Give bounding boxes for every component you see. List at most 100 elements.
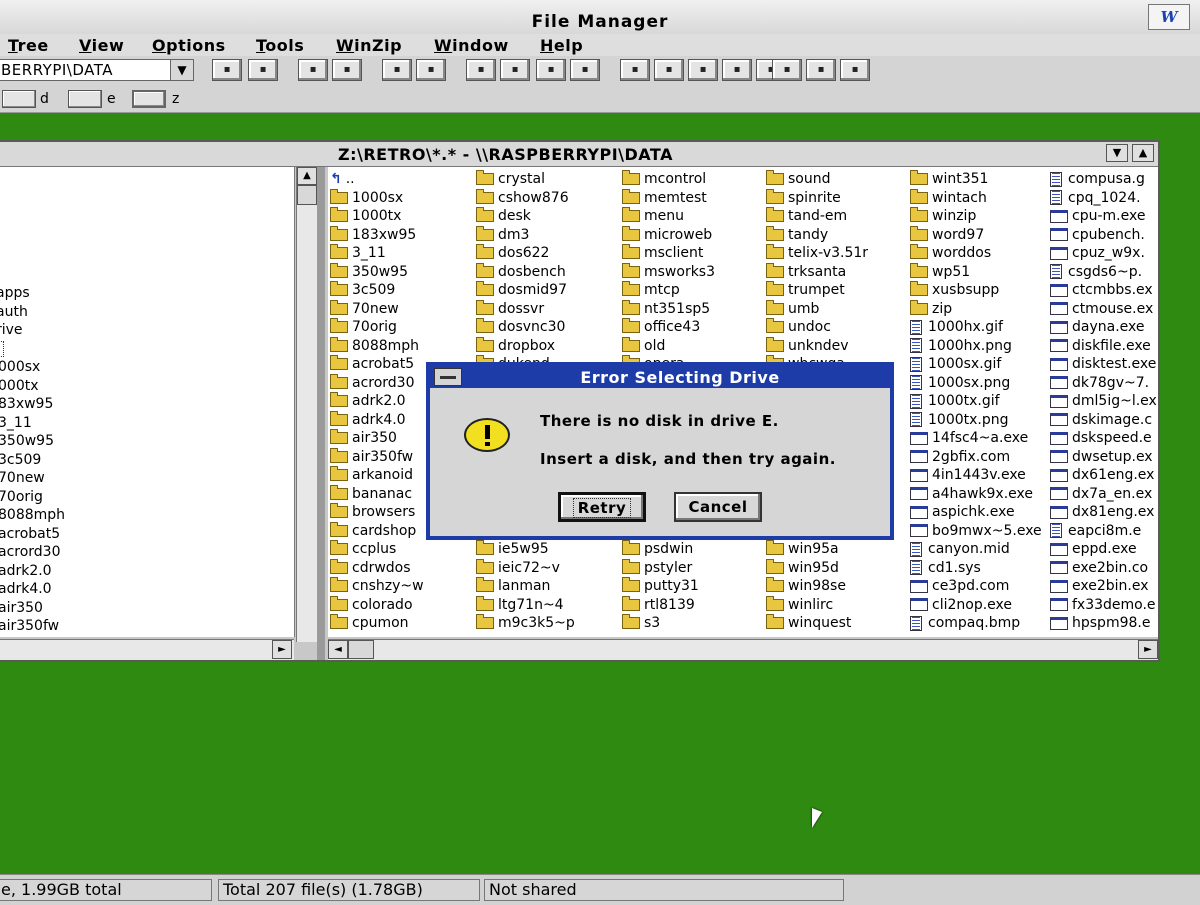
file-item[interactable]: acrord30	[330, 373, 424, 393]
file-item[interactable]: unkndev	[766, 336, 868, 356]
view-details-button[interactable]: ▪	[570, 59, 600, 81]
tree-pane[interactable]: apps auth rive 000sx 000tx 83xw95 3_11 350w95 3c…	[0, 167, 295, 637]
file-item[interactable]: trksanta	[766, 262, 868, 282]
word-icon[interactable]: W	[1148, 4, 1190, 30]
file-item[interactable]: cpumon	[330, 614, 424, 633]
file-item[interactable]: win95a	[766, 540, 868, 559]
file-item[interactable]: csgds6~p.	[1050, 263, 1157, 282]
file-item[interactable]: canyon.mid	[910, 540, 1042, 559]
file-item[interactable]: dskimage.c	[1050, 411, 1157, 430]
file-item[interactable]: hpspm98.e	[1050, 614, 1157, 633]
menu-tree[interactable]: Tree	[8, 36, 49, 55]
file-item[interactable]: exe2bin.co	[1050, 559, 1157, 578]
sort-by-type-button[interactable]: ▪	[500, 59, 530, 81]
file-item[interactable]: rtl8139	[622, 595, 715, 615]
tree-horizontal-scrollbar[interactable]: ►	[0, 639, 294, 660]
file-item[interactable]: 183xw95	[330, 225, 424, 245]
tree-item[interactable]: 70new	[0, 470, 45, 486]
file-item[interactable]: ieic72~v	[476, 558, 575, 578]
tree-item[interactable]: rive	[0, 322, 23, 338]
file-item[interactable]: microweb	[622, 225, 715, 245]
dialog-title-bar[interactable]: Error Selecting Drive	[430, 366, 890, 388]
file-item[interactable]: dosbench	[476, 262, 575, 282]
move-button[interactable]: ▪	[688, 59, 718, 81]
file-item[interactable]: lanman	[476, 577, 575, 596]
file-item[interactable]: aspichk.exe	[910, 503, 1042, 522]
file-item[interactable]: msworks3	[622, 262, 715, 282]
file-item[interactable]: cshow876	[476, 188, 575, 208]
file-item[interactable]: arkanoid	[330, 466, 424, 485]
file-item[interactable]: spinrite	[766, 188, 868, 208]
file-item[interactable]: 70new	[330, 299, 424, 319]
file-item[interactable]: xusbsupp	[910, 281, 1042, 300]
scroll-thumb[interactable]	[297, 185, 317, 205]
file-item[interactable]: s3	[622, 614, 715, 633]
file-item[interactable]: 1000hx.png	[910, 337, 1042, 356]
file-item[interactable]: dk78gv~7.	[1050, 374, 1157, 393]
drive-combo[interactable]: BERRYPI\DATA ▼	[0, 59, 194, 81]
file-item[interactable]: pstyler	[622, 558, 715, 578]
file-item[interactable]: cardshop	[330, 521, 424, 541]
tree-item[interactable]: 000tx	[0, 378, 39, 394]
drive-e-button[interactable]	[68, 90, 102, 108]
file-item[interactable]: desk	[476, 207, 575, 226]
file-item[interactable]: tandy	[766, 225, 868, 245]
file-item[interactable]: ccplus	[330, 540, 424, 559]
file-item[interactable]: trumpet	[766, 281, 868, 300]
large-icons-button[interactable]: ▪	[382, 59, 412, 81]
maximize-button[interactable]: ▲	[1132, 144, 1154, 162]
file-item[interactable]: 1000tx.png	[910, 411, 1042, 430]
file-item[interactable]: tand-em	[766, 207, 868, 226]
disconnect-net-drive-button[interactable]: ▪	[248, 59, 278, 81]
file-item[interactable]: 2gbfix.com	[910, 448, 1042, 467]
file-item[interactable]: 1000tx.gif	[910, 392, 1042, 411]
file-item[interactable]: word97	[910, 225, 1042, 245]
file-item[interactable]: dskspeed.e	[1050, 429, 1157, 448]
connect-net-drive-button[interactable]: ▪	[212, 59, 242, 81]
file-item[interactable]: bo9mwx~5.exe	[910, 522, 1042, 541]
file-item[interactable]: cpuz_w9x.	[1050, 244, 1157, 263]
file-item[interactable]: dossvr	[476, 299, 575, 319]
file-item[interactable]: m9c3k5~p	[476, 614, 575, 633]
file-item[interactable]: dosmid97	[476, 281, 575, 300]
file-item[interactable]: worddos	[910, 244, 1042, 263]
scroll-thumb[interactable]	[348, 640, 374, 659]
retry-button[interactable]: Retry	[558, 492, 646, 522]
tree-item[interactable]: 8088mph	[0, 507, 65, 523]
file-item[interactable]: dx81eng.ex	[1050, 503, 1157, 522]
drive-z-button[interactable]	[132, 90, 166, 108]
file-item[interactable]: cnshzy~w	[330, 577, 424, 596]
menu-help[interactable]: Help	[540, 36, 583, 55]
tree-item[interactable]: 70orig	[0, 489, 43, 505]
file-item[interactable]: wint351	[910, 170, 1042, 189]
file-item[interactable]: 70orig	[330, 318, 424, 337]
file-item[interactable]: wintach	[910, 188, 1042, 208]
file-item[interactable]: cli2nop.exe	[910, 596, 1042, 615]
file-item[interactable]: cpq_1024.	[1050, 189, 1157, 208]
menu-window[interactable]: Window	[434, 36, 509, 55]
tree-item[interactable]: adrk4.0	[0, 581, 52, 597]
file-item[interactable]: dx7a_en.ex	[1050, 485, 1157, 504]
drive-d-button[interactable]	[2, 90, 36, 108]
file-item[interactable]: bananac	[330, 484, 424, 504]
file-item[interactable]: win95d	[766, 558, 868, 578]
file-item[interactable]: dosvnc30	[476, 318, 575, 337]
file-item[interactable]: exe2bin.ex	[1050, 577, 1157, 596]
file-item[interactable]: wp51	[910, 262, 1042, 282]
tree-item[interactable]	[0, 340, 4, 357]
file-item[interactable]: dml5ig~l.ex	[1050, 392, 1157, 411]
share-button[interactable]: ▪	[298, 59, 328, 81]
print-button[interactable]: ▪	[806, 59, 836, 81]
file-item[interactable]: dx61eng.ex	[1050, 466, 1157, 485]
file-item[interactable]: eppd.exe	[1050, 540, 1157, 559]
file-item[interactable]: 1000sx.png	[910, 374, 1042, 393]
file-item[interactable]: psdwin	[622, 540, 715, 559]
directory-window-title-bar[interactable]: Z:\RETRO\*.* - \\RASPBERRYPI\DATA ▼ ▲	[0, 142, 1158, 167]
file-item[interactable]: nt351sp5	[622, 299, 715, 319]
file-item[interactable]: 8088mph	[330, 336, 424, 356]
file-item[interactable]: 4in1443v.exe	[910, 466, 1042, 485]
search-button[interactable]: ▪	[620, 59, 650, 81]
scroll-left-arrow-icon[interactable]: ◄	[328, 640, 348, 659]
file-item[interactable]: ie5w95	[476, 540, 575, 559]
file-item[interactable]: 1000hx.gif	[910, 318, 1042, 337]
